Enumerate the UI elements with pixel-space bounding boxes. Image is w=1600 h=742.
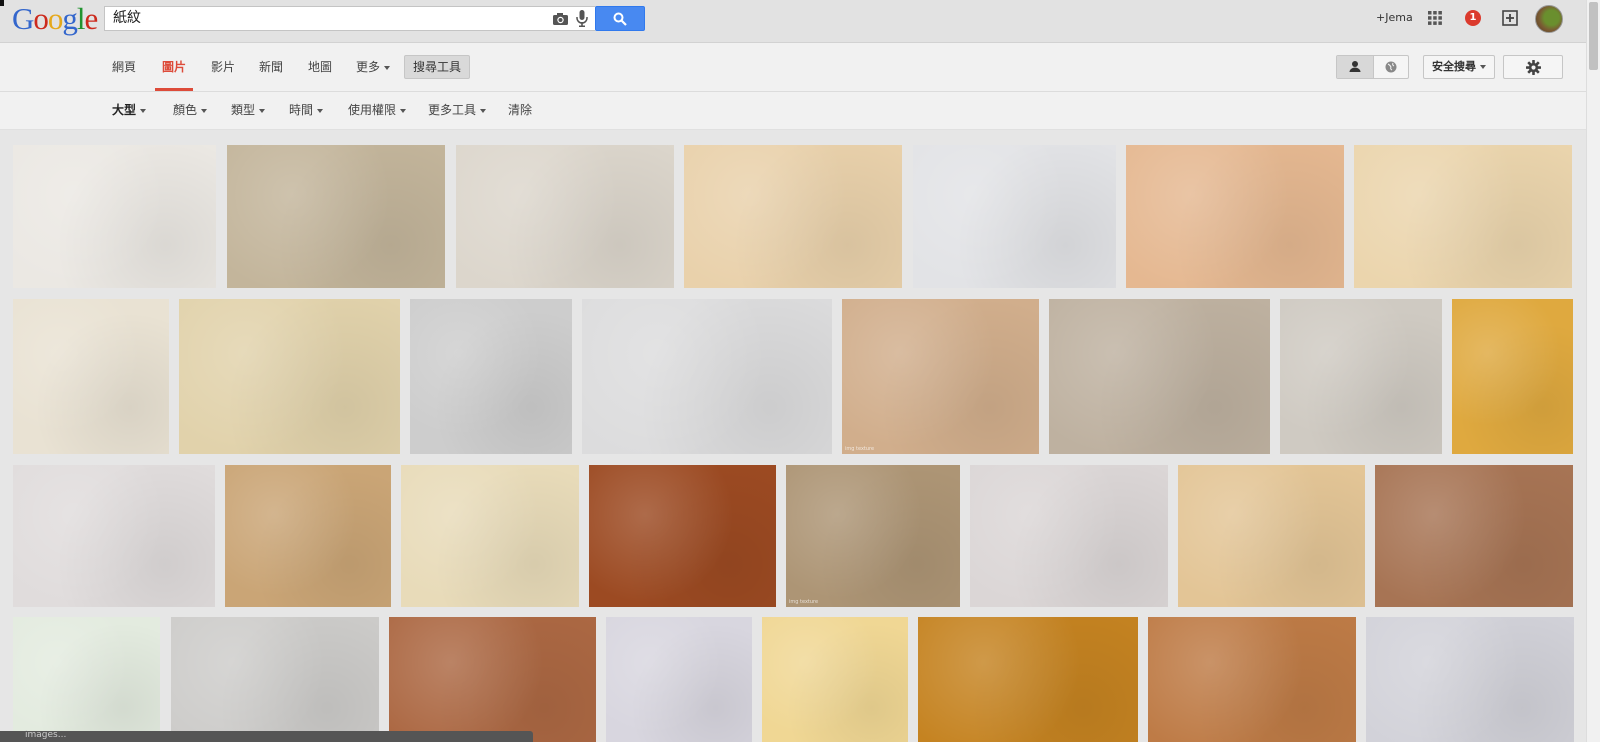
avatar[interactable]: [1535, 5, 1563, 33]
safesearch-button[interactable]: 安全搜尋: [1423, 55, 1495, 79]
tool-usage-rights[interactable]: 使用權限: [348, 92, 407, 129]
google-logo[interactable]: Google: [12, 1, 98, 37]
search-tools-button[interactable]: 搜尋工具: [404, 55, 471, 79]
image-result[interactable]: [13, 145, 216, 288]
cursor-corner: [0, 0, 4, 6]
image-result[interactable]: [1366, 617, 1574, 742]
image-result[interactable]: [13, 617, 160, 742]
gear-icon: [1526, 60, 1541, 75]
settings-button[interactable]: [1503, 55, 1563, 79]
tool-color-label: 顏色: [173, 103, 198, 117]
image-result[interactable]: [1354, 145, 1572, 288]
image-result[interactable]: [1148, 617, 1356, 742]
image-result[interactable]: img texture: [842, 299, 1039, 454]
status-text: images...: [25, 730, 67, 740]
top-bar: Google +Jema 1: [0, 0, 1586, 43]
plus-user-link[interactable]: +Jema: [1376, 11, 1413, 24]
tool-more-tools[interactable]: 更多工具: [428, 92, 487, 129]
status-bar: images...: [0, 730, 533, 742]
chevron-down-icon: [259, 108, 266, 113]
chevron-down-icon: [201, 108, 208, 113]
search-nav-bar: 網頁 圖片 影片 新聞 地圖 更多 搜尋工具 安全搜尋: [0, 43, 1586, 92]
image-result[interactable]: [1126, 145, 1344, 288]
image-result[interactable]: [1280, 299, 1442, 454]
chevron-down-icon: [480, 108, 487, 113]
image-result[interactable]: [582, 299, 832, 454]
apps-grid-icon[interactable]: [1428, 11, 1442, 25]
tab-more[interactable]: 更多: [356, 43, 391, 91]
safesearch-label: 安全搜尋: [1432, 60, 1476, 73]
tool-size[interactable]: 大型: [112, 92, 147, 129]
tool-time[interactable]: 時間: [289, 92, 324, 129]
image-result[interactable]: [684, 145, 902, 288]
chevron-down-icon: [384, 65, 391, 70]
scrollbar[interactable]: [1586, 0, 1600, 742]
image-result[interactable]: [225, 465, 391, 607]
tab-maps[interactable]: 地圖: [308, 43, 332, 91]
image-result[interactable]: [762, 617, 908, 742]
image-result[interactable]: img texture: [786, 465, 960, 607]
image-result[interactable]: [970, 465, 1168, 607]
tab-news[interactable]: 新聞: [259, 43, 283, 91]
search-tools-bar: 大型 顏色 類型 時間 使用權限 更多工具 清除: [0, 92, 1586, 130]
tool-time-label: 時間: [289, 103, 314, 117]
image-result[interactable]: [401, 465, 579, 607]
scrollbar-thumb[interactable]: [1589, 2, 1598, 70]
notification-badge[interactable]: 1: [1465, 10, 1481, 26]
image-result[interactable]: [179, 299, 400, 454]
image-result[interactable]: [1178, 465, 1365, 607]
tab-web[interactable]: 網頁: [112, 43, 136, 91]
tab-more-label: 更多: [356, 60, 381, 74]
image-result[interactable]: [456, 145, 674, 288]
camera-icon[interactable]: [553, 12, 568, 26]
tool-color[interactable]: 顏色: [173, 92, 208, 129]
image-result[interactable]: [227, 145, 445, 288]
search-input[interactable]: [113, 7, 533, 30]
search-icon: [613, 12, 627, 26]
image-result[interactable]: [389, 617, 596, 742]
image-caption: img texture: [845, 446, 875, 452]
image-result[interactable]: [1375, 465, 1573, 607]
image-result[interactable]: [171, 617, 379, 742]
image-result[interactable]: [1049, 299, 1270, 454]
globe-icon[interactable]: [1374, 56, 1408, 78]
image-results-grid: img texture img texture: [0, 130, 1586, 742]
share-plus-icon[interactable]: [1502, 10, 1518, 26]
chevron-down-icon: [1480, 65, 1486, 69]
search-button[interactable]: [595, 6, 645, 31]
image-result[interactable]: [13, 465, 215, 607]
microphone-icon[interactable]: [576, 10, 588, 27]
image-caption: img texture: [789, 599, 819, 605]
image-result[interactable]: [913, 145, 1116, 288]
tab-images[interactable]: 圖片: [155, 43, 194, 91]
tool-usage-rights-label: 使用權限: [348, 103, 397, 117]
image-result[interactable]: [410, 299, 572, 454]
tool-type[interactable]: 類型: [231, 92, 266, 129]
tab-videos[interactable]: 影片: [211, 43, 235, 91]
person-icon[interactable]: [1337, 56, 1374, 78]
tool-more-tools-label: 更多工具: [428, 103, 477, 117]
image-result[interactable]: [13, 299, 169, 454]
image-result[interactable]: [1452, 299, 1573, 454]
search-box[interactable]: [104, 6, 595, 31]
tool-size-label: 大型: [112, 103, 137, 117]
view-toggle[interactable]: [1336, 55, 1409, 79]
image-result[interactable]: [918, 617, 1138, 742]
image-result[interactable]: [606, 617, 752, 742]
tool-type-label: 類型: [231, 103, 256, 117]
tool-clear[interactable]: 清除: [508, 92, 532, 129]
chevron-down-icon: [317, 108, 324, 113]
chevron-down-icon: [140, 108, 147, 113]
image-result[interactable]: [589, 465, 776, 607]
chevron-down-icon: [400, 108, 407, 113]
